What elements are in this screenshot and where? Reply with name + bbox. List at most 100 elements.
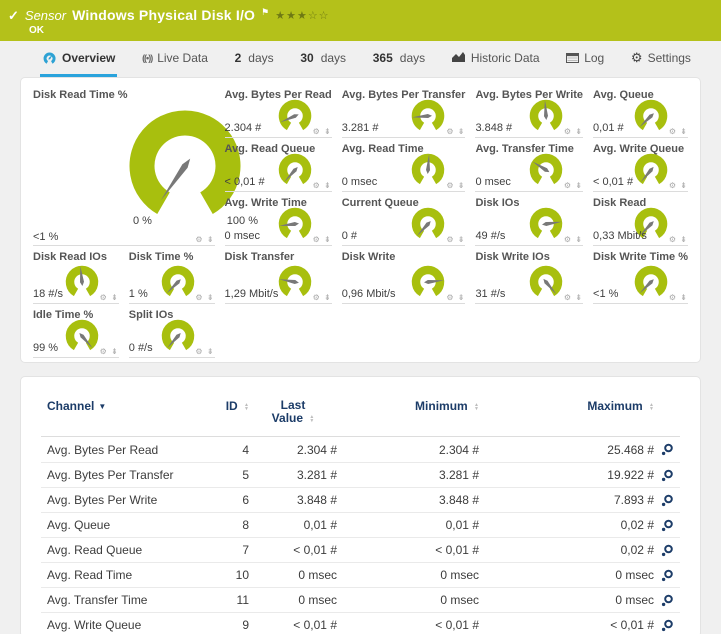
tab-30-days[interactable]: 30days <box>298 41 348 77</box>
pin-icon[interactable]: ⇟ <box>324 127 332 136</box>
pin-icon[interactable]: ⇟ <box>458 127 466 136</box>
pin-icon[interactable]: ⇟ <box>575 127 583 136</box>
pin-icon[interactable]: ⇟ <box>575 181 583 190</box>
gauge-cell-icons[interactable]: ⚙ ⇟ <box>564 127 583 136</box>
pin-icon[interactable]: ⇟ <box>458 181 466 190</box>
tab-log[interactable]: Log <box>564 41 606 77</box>
gear-icon[interactable]: ⚙ <box>446 235 454 244</box>
sort-icon[interactable]: ▲▼ <box>309 415 314 423</box>
gauge-cell-icons[interactable]: ⚙ ⇟ <box>669 235 688 244</box>
gear-icon[interactable]: ⚙ <box>313 127 321 136</box>
gauge-cell-icons[interactable]: ⚙ ⇟ <box>446 181 465 190</box>
pin-icon[interactable]: ⇟ <box>324 293 332 302</box>
gear-icon[interactable]: ⚙ <box>669 127 677 136</box>
gauge-cell-avg-write-queue[interactable]: Avg. Write Queue< 0,01 #⚙ ⇟ <box>593 140 688 192</box>
column-header-id[interactable]: ID ▲▼ <box>201 399 249 413</box>
gear-icon[interactable]: ⚙ <box>313 181 321 190</box>
column-header-channel[interactable]: Channel ▼ <box>41 399 201 413</box>
gauge-cell-avg-bytes-per-write[interactable]: Avg. Bytes Per Write3.848 #⚙ ⇟ <box>475 86 583 138</box>
pin-icon[interactable]: ⇟ <box>575 293 583 302</box>
priority-stars[interactable]: ★★★☆☆ <box>275 9 329 22</box>
channel-settings-icon[interactable] <box>661 469 674 482</box>
tab-settings[interactable]: ⚙Settings <box>629 41 693 77</box>
gauge-cell-avg-bytes-per-read[interactable]: Avg. Bytes Per Read2.304 #⚙ ⇟ <box>225 86 332 138</box>
pin-icon[interactable]: ⇟ <box>111 293 119 302</box>
gear-icon[interactable]: ⚙ <box>564 235 572 244</box>
gauge-cell-disk-transfer[interactable]: Disk Transfer1,29 Mbit/s⚙ ⇟ <box>225 248 332 304</box>
pin-icon[interactable]: ⇟ <box>458 293 466 302</box>
pin-icon[interactable]: ⇟ <box>680 127 688 136</box>
gear-icon[interactable]: ⚙ <box>195 293 203 302</box>
tab-live-data[interactable]: ((•))Live Data <box>140 41 210 77</box>
pin-icon[interactable]: ⇟ <box>680 181 688 190</box>
gauge-cell-icons[interactable]: ⚙ ⇟ <box>195 293 214 302</box>
gauge-cell-disk-read[interactable]: Disk Read0,33 Mbit/s⚙ ⇟ <box>593 194 688 246</box>
gauge-cell-avg-read-queue[interactable]: Avg. Read Queue< 0,01 #⚙ ⇟ <box>225 140 332 192</box>
gauge-cell-current-queue[interactable]: Current Queue0 #⚙ ⇟ <box>342 194 466 246</box>
gauge-cell-avg-read-time[interactable]: Avg. Read Time0 msec⚙ ⇟ <box>342 140 466 192</box>
gauge-cell-icons[interactable]: ⚙ ⇟ <box>564 293 583 302</box>
gear-icon[interactable]: ⚙ <box>100 347 108 356</box>
gauge-cell-icons[interactable]: ⚙ ⇟ <box>100 293 119 302</box>
gauge-cell-icons[interactable]: ⚙ ⇟ <box>446 293 465 302</box>
pin-icon[interactable]: ⇟ <box>324 235 332 244</box>
channel-settings-icon[interactable] <box>661 519 674 532</box>
gauge-cell-icons[interactable]: ⚙ ⇟ <box>195 235 214 244</box>
gear-icon[interactable]: ⚙ <box>669 181 677 190</box>
column-header-min[interactable]: Minimum ▲▼ <box>337 399 479 413</box>
gauge-cell-icons[interactable]: ⚙ ⇟ <box>313 293 332 302</box>
gear-icon[interactable]: ⚙ <box>446 293 454 302</box>
gauge-cell-disk-read-ios[interactable]: Disk Read IOs18 #/s⚙ ⇟ <box>33 248 119 304</box>
gauge-cell-icons[interactable]: ⚙ ⇟ <box>669 127 688 136</box>
gauge-cell-icons[interactable]: ⚙ ⇟ <box>313 235 332 244</box>
gauge-cell-icons[interactable]: ⚙ ⇟ <box>564 235 583 244</box>
gauge-cell-icons[interactable]: ⚙ ⇟ <box>446 127 465 136</box>
gear-icon[interactable]: ⚙ <box>313 235 321 244</box>
pin-icon[interactable]: ⇟ <box>680 293 688 302</box>
tab-historic-data[interactable]: Historic Data <box>450 41 542 77</box>
channel-settings-icon[interactable] <box>661 569 674 582</box>
pin-icon[interactable]: ⇟ <box>324 181 332 190</box>
gear-icon[interactable]: ⚙ <box>313 293 321 302</box>
gear-icon[interactable]: ⚙ <box>446 181 454 190</box>
gauge-cell-avg-write-time[interactable]: Avg. Write Time0 msec⚙ ⇟ <box>225 194 332 246</box>
tab-2-days[interactable]: 2days <box>233 41 276 77</box>
pin-icon[interactable]: ⇟ <box>207 347 215 356</box>
channel-settings-icon[interactable] <box>661 594 674 607</box>
channel-settings-icon[interactable] <box>661 619 674 632</box>
gear-icon[interactable]: ⚙ <box>564 293 572 302</box>
pin-icon[interactable]: ⇟ <box>207 293 215 302</box>
gear-icon[interactable]: ⚙ <box>100 293 108 302</box>
tab-365-days[interactable]: 365days <box>371 41 427 77</box>
gauge-cell-disk-time-[interactable]: Disk Time %1 %⚙ ⇟ <box>129 248 215 304</box>
gauge-cell-icons[interactable]: ⚙ ⇟ <box>669 181 688 190</box>
gauge-cell-disk-write-ios[interactable]: Disk Write IOs31 #/s⚙ ⇟ <box>475 248 583 304</box>
tab-overview[interactable]: Overview <box>40 41 117 77</box>
gauge-primary-disk-read-time[interactable]: Disk Read Time % 0 % 100 % <1 % ⚙ ⇟ <box>33 86 215 246</box>
flag-icon[interactable]: ⚑ <box>261 7 269 18</box>
gear-icon[interactable]: ⚙ <box>669 293 677 302</box>
gauge-cell-disk-write-time-[interactable]: Disk Write Time %<1 %⚙ ⇟ <box>593 248 688 304</box>
gear-icon[interactable]: ⚙ <box>195 347 203 356</box>
gear-icon[interactable]: ⚙ <box>195 235 203 244</box>
sort-icon[interactable]: ▲▼ <box>649 403 654 411</box>
gauge-cell-icons[interactable]: ⚙ ⇟ <box>313 181 332 190</box>
gauge-cell-icons[interactable]: ⚙ ⇟ <box>100 347 119 356</box>
pin-icon[interactable]: ⇟ <box>207 235 215 244</box>
column-header-last[interactable]: LastValue ▲▼ <box>249 399 337 425</box>
gear-icon[interactable]: ⚙ <box>564 181 572 190</box>
channel-settings-icon[interactable] <box>661 443 674 456</box>
gauge-cell-icons[interactable]: ⚙ ⇟ <box>669 293 688 302</box>
pin-icon[interactable]: ⇟ <box>680 235 688 244</box>
gauge-cell-icons[interactable]: ⚙ ⇟ <box>564 181 583 190</box>
pin-icon[interactable]: ⇟ <box>575 235 583 244</box>
gauge-cell-icons[interactable]: ⚙ ⇟ <box>313 127 332 136</box>
gauge-cell-disk-write[interactable]: Disk Write0,96 Mbit/s⚙ ⇟ <box>342 248 466 304</box>
gauge-cell-avg-queue[interactable]: Avg. Queue0,01 #⚙ ⇟ <box>593 86 688 138</box>
pin-icon[interactable]: ⇟ <box>111 347 119 356</box>
gauge-cell-icons[interactable]: ⚙ ⇟ <box>446 235 465 244</box>
channel-settings-icon[interactable] <box>661 494 674 507</box>
gear-icon[interactable]: ⚙ <box>669 235 677 244</box>
gauge-cell-avg-transfer-time[interactable]: Avg. Transfer Time0 msec⚙ ⇟ <box>475 140 583 192</box>
gear-icon[interactable]: ⚙ <box>564 127 572 136</box>
